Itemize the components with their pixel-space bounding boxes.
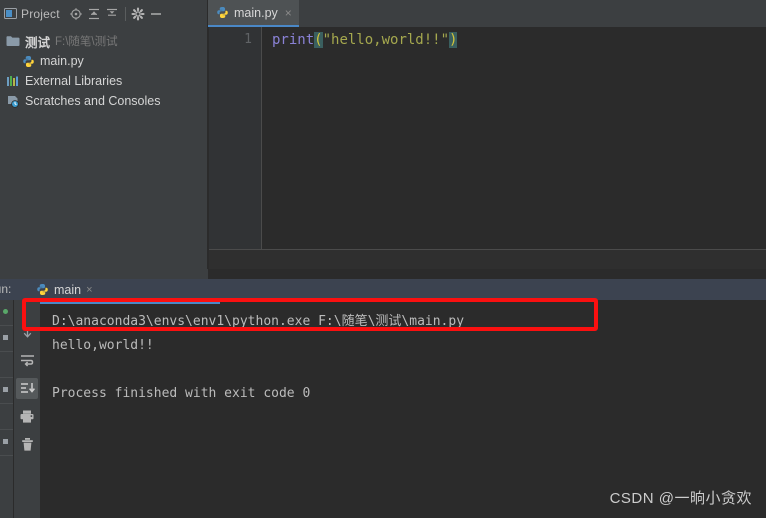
console-line-command: D:\anaconda3\envs\env1\python.exe F:\随笔\… — [52, 314, 465, 329]
tree-item-label: 测试 — [25, 35, 51, 50]
left-strip-cell[interactable] — [0, 430, 13, 456]
tree-item-project-root[interactable]: 测试 F:\随笔\测试 — [0, 31, 207, 51]
tree-item-label: Scratches and Consoles — [25, 94, 161, 108]
folder-icon — [6, 35, 20, 47]
run-tab-label: main — [54, 282, 82, 297]
scroll-to-end-icon[interactable] — [16, 378, 38, 399]
editor-tab-label: main.py — [234, 5, 278, 20]
python-file-icon — [36, 283, 49, 296]
tree-item-scratches-and-consoles[interactable]: Scratches and Consoles — [0, 91, 207, 111]
soft-wrap-icon[interactable] — [16, 350, 38, 371]
run-window-label: Run: — [0, 282, 12, 296]
console-output[interactable]: D:\anaconda3\envs\env1\python.exe F:\随笔\… — [40, 300, 766, 518]
watermark-text: CSDN @一晌小贪欢 — [609, 490, 752, 507]
settings-gear-icon[interactable] — [130, 4, 147, 23]
left-edge-toolbar[interactable] — [0, 300, 13, 518]
code-string-literal: "hello,world!!" — [322, 32, 450, 48]
scratches-icon — [6, 95, 20, 108]
left-strip-cell[interactable] — [0, 352, 13, 378]
tree-item-label: External Libraries — [25, 74, 123, 88]
checkmark-icon[interactable] — [3, 335, 8, 340]
square-icon[interactable] — [3, 387, 8, 392]
tree-item-label: main.py — [40, 54, 84, 68]
collapse-all-icon[interactable] — [104, 4, 121, 23]
scroll-down-icon[interactable] — [16, 322, 38, 343]
project-toolbar — [68, 4, 165, 23]
console-scrollbar[interactable] — [755, 300, 766, 518]
python-file-icon — [22, 55, 35, 68]
tree-item-main-py[interactable]: main.py — [0, 51, 207, 71]
project-panel-title: Project — [21, 6, 60, 21]
left-strip-cell[interactable] — [0, 456, 13, 482]
run-tool-window-header: Run: main × — [0, 279, 766, 300]
left-strip-cell[interactable] — [0, 300, 13, 326]
tree-item-path: F:\随笔\测试 — [55, 36, 118, 48]
editor-tab-main-py[interactable]: main.py × — [208, 0, 299, 27]
run-progress-bar-fill — [40, 300, 220, 304]
print-icon[interactable] — [16, 406, 38, 427]
expand-all-icon[interactable] — [86, 4, 103, 23]
editor-tab-strip: main.py × — [208, 0, 766, 27]
close-icon[interactable]: × — [86, 284, 92, 296]
close-icon[interactable]: × — [283, 7, 292, 19]
code-keyword-print: print — [272, 32, 315, 48]
top-bar: Project main.py × — [0, 0, 766, 27]
editor-bottom-filler — [209, 249, 766, 269]
pycharm-window: Project main.py × 测试 F:\随笔\测试 main.py Ex… — [0, 0, 766, 518]
console-line-exit: Process finished with exit code 0 — [52, 386, 311, 401]
line-number: 1 — [244, 32, 252, 47]
left-strip-cell[interactable] — [0, 404, 13, 430]
run-progress-bar-track — [40, 300, 766, 304]
python-file-icon — [216, 6, 229, 19]
project-panel-header: Project — [0, 0, 208, 27]
console-toolbar[interactable] — [14, 300, 40, 518]
locate-target-icon[interactable] — [68, 4, 85, 23]
run-green-icon[interactable] — [3, 309, 8, 314]
tree-item-external-libraries[interactable]: External Libraries — [0, 71, 207, 91]
left-strip-cell[interactable] — [0, 378, 13, 404]
hide-panel-icon[interactable] — [148, 4, 165, 23]
project-window-icon — [4, 7, 17, 20]
console-line-output: hello,world!! — [52, 338, 154, 353]
project-panel-filler — [0, 269, 208, 279]
clear-all-trash-icon[interactable] — [16, 434, 38, 455]
code-editor[interactable]: 1 print("hello,world!!") — [209, 27, 766, 249]
editor-gutter[interactable]: 1 — [209, 27, 262, 249]
toolbar-divider — [124, 6, 126, 21]
code-open-paren: ( — [314, 32, 323, 48]
libraries-icon — [6, 75, 20, 87]
run-tab-main[interactable]: main × — [36, 279, 93, 300]
code-close-paren: ) — [449, 32, 458, 48]
project-tree-panel[interactable]: 测试 F:\随笔\测试 main.py External Libraries S… — [0, 27, 208, 269]
left-strip-cell[interactable] — [0, 326, 13, 352]
arrow-icon[interactable] — [3, 439, 8, 444]
editor-code-area[interactable]: print("hello,world!!") — [263, 27, 766, 249]
